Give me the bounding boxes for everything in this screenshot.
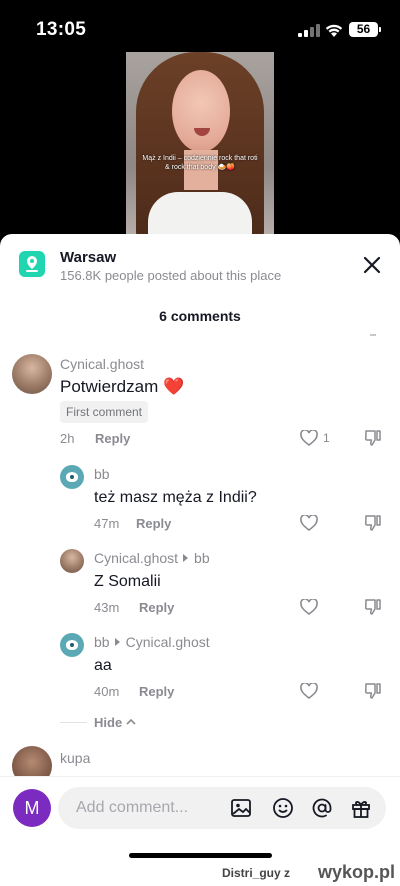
comment-text: Z Somalii	[94, 573, 161, 590]
dislike-icon[interactable]	[364, 682, 382, 700]
user-avatar[interactable]: M	[13, 789, 51, 827]
comment-text: Potwierdzam ❤️	[60, 377, 185, 396]
comment-text: też masz męża z Indii?	[94, 489, 257, 506]
reply-to-arrow-icon	[183, 554, 189, 562]
emoji-icon[interactable]	[272, 797, 294, 819]
comment-username[interactable]: kupa	[60, 750, 90, 766]
reply-button[interactable]: Reply	[139, 684, 174, 699]
reply-button[interactable]: Reply	[136, 516, 171, 531]
watermark-site: wykop.pl	[318, 862, 396, 882]
home-indicator[interactable]	[129, 853, 272, 858]
cellular-signal-icon	[298, 24, 320, 37]
image-icon[interactable]	[230, 797, 252, 819]
dislike-icon[interactable]	[364, 514, 382, 532]
comment-time: 47m	[94, 516, 120, 531]
status-time: 13:05	[36, 19, 87, 40]
place-banner[interactable]: Warsaw 156.8K people posted about this p…	[0, 234, 400, 294]
comment-text: aa	[94, 657, 112, 674]
at-icon[interactable]	[311, 797, 333, 819]
heart-icon[interactable]	[300, 599, 318, 615]
comments-count: 6 comments	[159, 308, 241, 324]
comment-username[interactable]: bb	[94, 466, 110, 482]
comment-input[interactable]: Add comment...	[58, 787, 386, 829]
reply-button[interactable]: Reply	[139, 600, 174, 615]
comment-username[interactable]: bb Cynical.ghost	[94, 634, 210, 650]
comment-username[interactable]: Cynical.ghost	[60, 356, 144, 372]
place-name: Warsaw	[60, 249, 117, 266]
reply-button[interactable]: Reply	[95, 431, 130, 446]
comment-username[interactable]: Cynical.ghost bb	[94, 550, 210, 566]
location-pin-icon	[19, 251, 45, 277]
comment-time: 40m	[94, 684, 120, 699]
heart-icon[interactable]	[300, 683, 318, 699]
status-bar: 13:05 56	[0, 0, 400, 52]
chevron-up-icon	[126, 718, 136, 725]
avatar[interactable]	[12, 354, 52, 394]
wifi-icon	[325, 24, 343, 37]
comment-time: 43m	[94, 600, 120, 615]
place-subtitle: 156.8K people posted about this place	[60, 268, 282, 283]
divider	[60, 722, 87, 723]
hide-replies-button[interactable]: Hide	[94, 715, 136, 730]
avatar[interactable]	[60, 633, 84, 657]
comment-input-bar: M Add comment...	[0, 776, 400, 840]
comment-placeholder: Add comment...	[76, 799, 189, 816]
video-preview[interactable]: Mąż z Indii – codziennie rock that roti …	[126, 52, 274, 242]
avatar[interactable]	[60, 465, 84, 489]
battery-indicator: 56	[349, 22, 381, 37]
heart-icon[interactable]	[300, 430, 318, 446]
avatar[interactable]	[60, 549, 84, 573]
heart-icon[interactable]	[300, 515, 318, 531]
comment-time: 2h	[60, 431, 75, 446]
watermark-user: Distri_guy z	[222, 866, 291, 880]
like-count: 1	[323, 431, 330, 445]
dislike-icon[interactable]	[364, 429, 382, 447]
video-caption: Mąż z Indii – codziennie rock that roti …	[142, 155, 258, 171]
close-icon[interactable]	[360, 253, 384, 277]
reply-to-arrow-icon	[114, 638, 120, 646]
gift-icon[interactable]	[350, 797, 372, 819]
first-comment-badge: First comment	[60, 401, 149, 423]
dislike-icon[interactable]	[364, 598, 382, 616]
